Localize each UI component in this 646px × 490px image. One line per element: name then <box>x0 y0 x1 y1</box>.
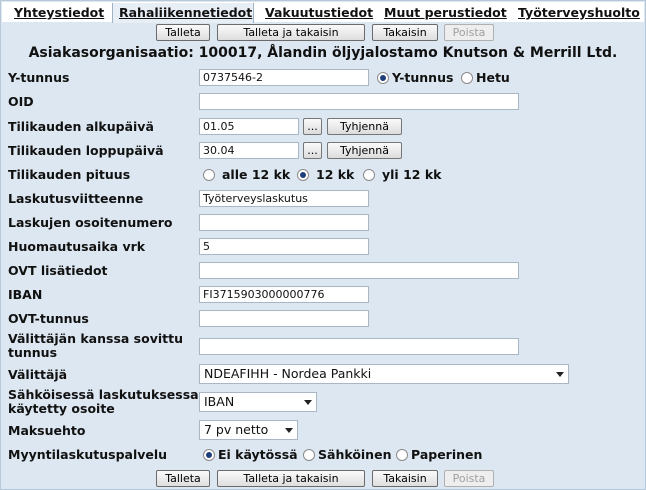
osoitenumero-input[interactable] <box>199 214 369 231</box>
save-button[interactable]: Talleta <box>156 24 210 41</box>
hetu-radio-label: Hetu <box>476 70 510 85</box>
sahkoinen-osoite-select-value: IBAN <box>204 394 235 409</box>
loppupaiva-clear-button[interactable]: Tyhjennä <box>327 142 402 159</box>
maksuehto-select[interactable]: 7 pv netto <box>199 420 298 440</box>
loppupaiva-input[interactable]: 30.04 <box>199 142 299 159</box>
myynti-sahkoinen-radio[interactable] <box>303 449 315 461</box>
pituus-12-radio[interactable] <box>297 169 309 181</box>
myynti-paperinen-label: Paperinen <box>411 447 483 462</box>
oid-label: OID <box>8 94 34 109</box>
huomautusaika-input[interactable]: 5 <box>199 238 369 255</box>
huomautusaika-label: Huomautusaika vrk <box>8 239 146 254</box>
pituus-12-label: 12 kk <box>316 167 355 182</box>
pituus-alle-radio[interactable] <box>203 169 215 181</box>
back-button-bottom[interactable]: Takaisin <box>372 470 438 487</box>
maksuehto-label: Maksuehto <box>8 423 86 438</box>
sahkoinen-osoite-label-line2: käytetty osoite <box>8 401 115 416</box>
pituus-label: Tilikauden pituus <box>8 167 131 182</box>
myynti-ei-kaytossa-label: Ei käytössä <box>218 447 298 462</box>
myynti-paperinen-radio[interactable] <box>396 449 408 461</box>
pituus-yli-label: yli 12 kk <box>382 167 442 182</box>
loppupaiva-picker-button[interactable]: ... <box>303 142 322 159</box>
tab-muut-perustiedot[interactable]: Muut perustiedot <box>384 5 507 20</box>
organization-title: Asiakasorganisaatio: 100017, Ålandin ölj… <box>28 45 618 61</box>
alkupaiva-label: Tilikauden alkupäivä <box>8 119 154 134</box>
oid-input[interactable] <box>199 93 519 110</box>
tab-vakuutustiedot[interactable]: Vakuutustiedot <box>265 5 373 20</box>
chevron-down-icon <box>304 400 312 405</box>
laskutusviite-input[interactable]: Työterveyslaskutus <box>199 190 369 207</box>
laskutusviite-label: Laskutusviitteenne <box>8 191 144 206</box>
myyntilaskutus-label: Myyntilaskutuspalvelu <box>8 447 168 462</box>
tab-yhteystiedot[interactable]: Yhteystiedot <box>14 5 104 20</box>
back-button[interactable]: Takaisin <box>372 24 438 41</box>
valittaja-select-value: NDEAFIHH - Nordea Pankki <box>204 366 372 381</box>
save-and-back-button-bottom[interactable]: Talleta ja takaisin <box>217 470 365 487</box>
iban-label: IBAN <box>8 287 43 302</box>
loppupaiva-label: Tilikauden loppupäivä <box>8 143 164 158</box>
save-button-bottom[interactable]: Talleta <box>156 470 210 487</box>
delete-button: Poista <box>444 24 494 41</box>
ytunnus-input[interactable]: 0737546-2 <box>199 69 369 86</box>
alkupaiva-input[interactable]: 01.05 <box>199 118 299 135</box>
sovittu-tunnus-label-line2: tunnus <box>8 345 58 360</box>
save-and-back-button[interactable]: Talleta ja takaisin <box>217 24 365 41</box>
chevron-down-icon <box>285 428 293 433</box>
alkupaiva-picker-button[interactable]: ... <box>303 118 322 135</box>
ovt-tunnus-label: OVT-tunnus <box>8 311 89 326</box>
sahkoinen-osoite-label: Sähköisessä laskutuksessa käytetty osoit… <box>8 388 199 416</box>
iban-input[interactable]: FI3715903000000776 <box>199 286 369 303</box>
tab-rahaliikennetiedot[interactable]: Rahaliikennetiedot <box>119 5 252 20</box>
bottom-button-row: Talleta Talleta ja takaisin Takaisin Poi… <box>1 468 645 490</box>
pituus-yli-radio[interactable] <box>363 169 375 181</box>
pituus-alle-label: alle 12 kk <box>222 167 291 182</box>
tab-tyoterveyshuolto[interactable]: Työterveyshuolto <box>518 5 640 20</box>
sahkoinen-osoite-select[interactable]: IBAN <box>199 392 317 412</box>
ovt-lisatiedot-label: OVT lisätiedot <box>8 263 108 278</box>
valittaja-select[interactable]: NDEAFIHH - Nordea Pankki <box>199 364 569 384</box>
ytunnus-label: Y-tunnus <box>8 70 70 85</box>
osoitenumero-label: Laskujen osoitenumero <box>8 215 173 230</box>
valittaja-label: Välittäjä <box>8 367 68 382</box>
maksuehto-select-value: 7 pv netto <box>204 422 269 437</box>
ytunnus-radio-label: Y-tunnus <box>392 70 454 85</box>
myynti-sahkoinen-label: Sähköinen <box>318 447 392 462</box>
top-button-row: Talleta Talleta ja takaisin Takaisin Poi… <box>1 22 645 44</box>
sovittu-tunnus-label: Välittäjän kanssa sovittu tunnus <box>8 332 183 360</box>
sovittu-tunnus-input[interactable] <box>199 338 519 355</box>
form-panel: Yhteystiedot Rahaliikennetiedot Vakuutus… <box>0 0 646 490</box>
tab-bar: Yhteystiedot Rahaliikennetiedot Vakuutus… <box>2 2 644 23</box>
sovittu-tunnus-label-line1: Välittäjän kanssa sovittu <box>8 331 183 346</box>
delete-button-bottom: Poista <box>444 470 494 487</box>
ovt-lisatiedot-input[interactable] <box>199 262 519 279</box>
chevron-down-icon <box>556 372 564 377</box>
ovt-tunnus-input[interactable] <box>199 310 369 327</box>
myynti-ei-kaytossa-radio[interactable] <box>203 449 215 461</box>
alkupaiva-clear-button[interactable]: Tyhjennä <box>327 118 402 135</box>
sahkoinen-osoite-label-line1: Sähköisessä laskutuksessa <box>8 387 199 402</box>
hetu-radio[interactable] <box>461 72 473 84</box>
ytunnus-radio[interactable] <box>377 72 389 84</box>
